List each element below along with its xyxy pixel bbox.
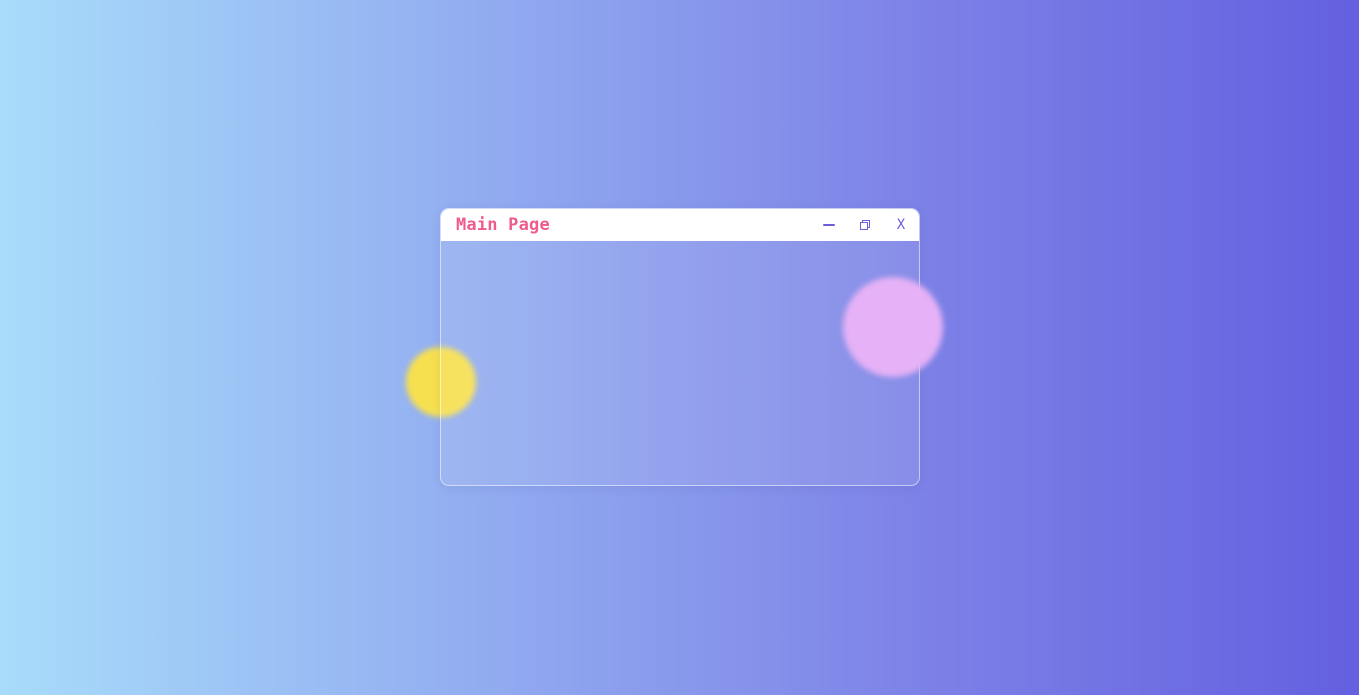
minimize-button[interactable] [811,209,847,241]
minimize-icon [823,224,835,226]
close-button[interactable]: X [883,209,919,241]
restore-icon [860,220,870,230]
close-icon: X [896,217,906,233]
decorative-pink-blob [843,277,943,377]
window-controls: X [811,209,919,241]
window-titlebar[interactable]: Main Page X [441,209,919,241]
desktop-background: { "window": { "title": "Main Page", "con… [0,0,1359,695]
window-content-area [441,241,919,485]
window-title: Main Page [456,215,550,235]
maximize-button[interactable] [847,209,883,241]
